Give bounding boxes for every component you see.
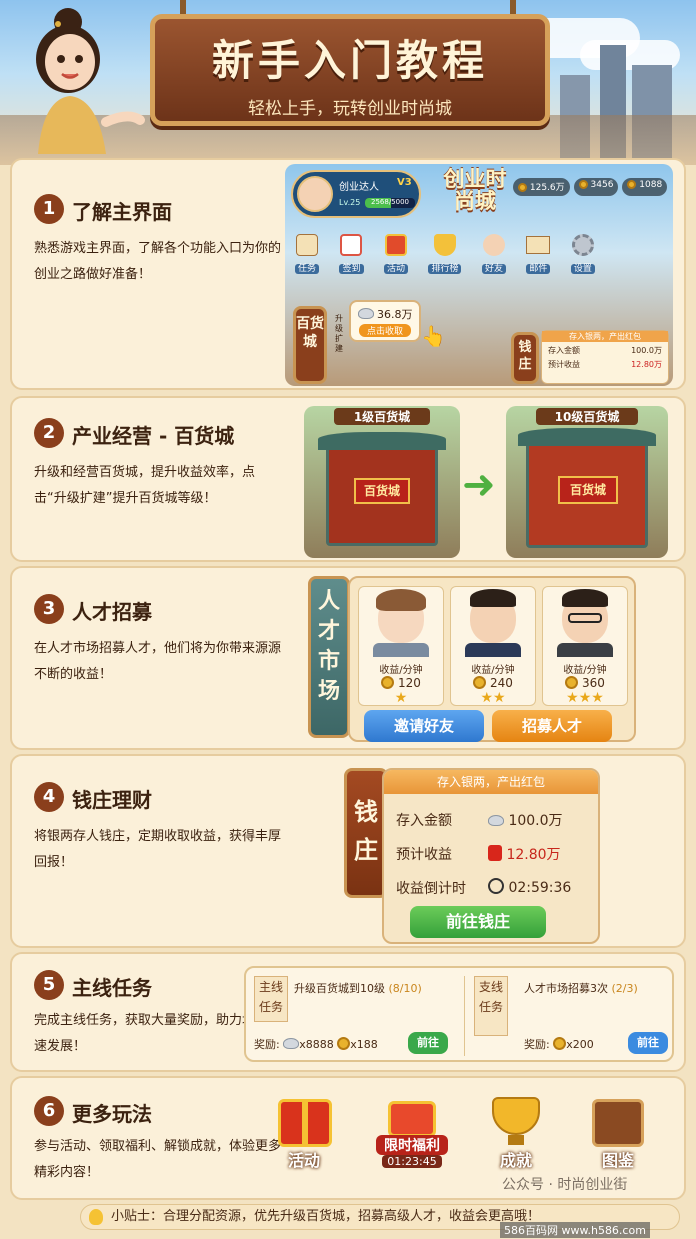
- watermark-site: 586百码网 www.h586.com: [500, 1222, 650, 1238]
- section-quests: 5 主线任务 完成主线任务，获取大量奖励，助力城市快速发展！ 主线任务 升级百货…: [10, 952, 686, 1072]
- store-level1-image: 1级百货城 百货城: [304, 406, 460, 558]
- section-store: 2 产业经营 - 百货城 升级和经营百货城，提升收益效率，点击“升级扩建”提升百…: [10, 396, 686, 562]
- section-title: 了解主界面: [72, 200, 172, 224]
- step-number: 6: [34, 1096, 64, 1126]
- collect-bubble[interactable]: 36.8万 点击收取: [349, 300, 421, 342]
- quest-reward: 奖励: x200: [524, 1037, 594, 1051]
- section-title: 主线任务: [72, 976, 152, 1000]
- talent-card[interactable]: 收益/分钟 120 ★: [358, 586, 444, 706]
- arrow-right-icon: ➜: [462, 462, 496, 508]
- deposit-label: 存入金额: [396, 813, 452, 829]
- countdown-timer: 01:23:45: [382, 1155, 442, 1168]
- bank-mini-panel: 存入银两，产出红包 存入金额 100.0万 预计收益 12.80万: [541, 330, 669, 384]
- player-name: 创业达人: [339, 182, 379, 193]
- store-level10-image: 10级百货城 百货城: [506, 406, 668, 558]
- section-talent: 3 人才招募 在人才市场招募人才，他们将为你带来源源不断的收益！ 人才市场 收益…: [10, 566, 686, 750]
- limited-welfare-button[interactable]: 限时福利 01:23:45: [374, 1095, 450, 1168]
- section-desc: 升级和经营百货城，提升收益效率，点击“升级扩建”提升百货城等级！: [34, 465, 256, 506]
- store-level10-label: 10级百货城: [536, 408, 638, 425]
- invite-friend-button[interactable]: 邀请好友: [364, 710, 484, 742]
- clock-icon: [488, 878, 504, 894]
- talent-market-plaque: 人才市场: [308, 576, 350, 738]
- avatar: [297, 176, 333, 212]
- book-icon: [592, 1099, 644, 1147]
- bank-header: 存入银两，产出红包: [384, 770, 598, 794]
- rating-stars: ★: [394, 690, 408, 706]
- step-number: 1: [34, 194, 64, 224]
- talent-card[interactable]: 收益/分钟 360 ★★★: [542, 586, 628, 706]
- guide-character: [36, 8, 145, 154]
- step-number: 3: [34, 594, 64, 624]
- tap-hand-icon: 👆: [421, 324, 446, 348]
- collection-button[interactable]: 图鉴: [580, 1095, 656, 1170]
- section-desc: 在人才市场招募人才，他们将为你带来源源不断的收益！: [34, 641, 282, 682]
- step-number: 4: [34, 782, 64, 812]
- quest-tag: 支线任务: [474, 976, 508, 1036]
- exp-bar: 2568/5000: [365, 198, 415, 208]
- menu-event-button[interactable]: 活动: [383, 234, 408, 275]
- red-packet-icon: [488, 845, 502, 861]
- go-bank-button[interactable]: 前往钱庄: [410, 906, 546, 938]
- section-title: 人才招募: [72, 600, 152, 624]
- section-desc: 将银两存人钱庄，定期收取收益，获得丰厚回报！: [34, 829, 282, 870]
- yield-value: 12.80万: [506, 847, 561, 863]
- step-number: 2: [34, 418, 64, 448]
- menu-mail-button[interactable]: 邮件: [526, 234, 551, 275]
- limited-gift-icon: [388, 1101, 436, 1137]
- bank-sign[interactable]: 钱庄: [511, 332, 539, 384]
- quest-panel: 主线任务 升级百货城到10级 (8/10) 奖励: x8888 x188 前往 …: [244, 966, 674, 1062]
- watermark: 公众号 · 时尚创业街: [498, 1172, 632, 1196]
- deposit-value: 100.0万: [508, 813, 563, 829]
- achievement-button[interactable]: 成就: [478, 1095, 554, 1170]
- section-title: 更多玩法: [72, 1102, 152, 1126]
- quest-title: 升级百货城到10级 (8/10): [294, 982, 422, 995]
- recruit-talent-button[interactable]: 招募人才: [492, 710, 612, 742]
- countdown-label: 收益倒计时: [396, 881, 466, 897]
- silver-icon: [488, 815, 504, 826]
- quest-tag: 主线任务: [254, 976, 288, 1022]
- gold-count: 1088: [622, 178, 668, 196]
- store-level1-label: 1级百货城: [334, 408, 430, 425]
- menu-signin-button[interactable]: 签到: [339, 234, 364, 275]
- talent-card[interactable]: 收益/分钟 240 ★★: [450, 586, 536, 706]
- section-bank: 4 钱庄理财 将银两存人钱庄，定期收取收益，获得丰厚回报！ 钱庄 存入银两，产出…: [10, 754, 686, 948]
- coin-count: 3456: [573, 178, 619, 196]
- main-ui-preview: 创业达人 V3 Lv.25 2568/5000 创业时尚城 125.6万 345…: [285, 164, 673, 386]
- menu-friends-button[interactable]: 好友: [481, 234, 506, 275]
- lightbulb-icon: [89, 1209, 103, 1225]
- section-desc: 参与活动、领取福利、解锁成就，体验更多精彩内容！: [34, 1139, 282, 1180]
- tip-text: 小贴士：合理分配资源，优先升级百货城，招募高级人才，收益会更高哦！: [111, 1209, 541, 1224]
- countdown-value: 02:59:36: [508, 880, 572, 896]
- title-banner: 新手入门教程 轻松上手，玩转创业时尚城: [150, 14, 550, 126]
- menu-bar: 任务 签到 活动 排行榜 好友 邮件 设置: [295, 234, 595, 275]
- quest-go-button[interactable]: 前往: [408, 1032, 448, 1054]
- rating-stars: ★★: [480, 690, 506, 706]
- vip-badge: V3: [397, 177, 412, 188]
- player-level: Lv.25: [339, 198, 361, 207]
- section-title: 产业经营 - 百货城: [72, 424, 235, 448]
- quest-go-button[interactable]: 前往: [628, 1032, 668, 1054]
- store-sign[interactable]: 百货城: [293, 306, 327, 384]
- menu-settings-button[interactable]: 设置: [570, 234, 595, 275]
- quest-title: 人才市场招募3次 (2/3): [524, 982, 638, 995]
- store-upgrade-label: 升级扩建: [335, 314, 343, 353]
- quest-reward: 奖励: x8888 x188: [254, 1037, 378, 1051]
- page-subtitle: 轻松上手，玩转创业时尚城: [248, 99, 452, 119]
- section-title: 钱庄理财: [72, 788, 152, 812]
- rating-stars: ★★★: [566, 690, 604, 706]
- silver-count: 125.6万: [513, 178, 570, 196]
- step-number: 5: [34, 970, 64, 1000]
- menu-rank-button[interactable]: 排行榜: [428, 234, 462, 275]
- page-title: 新手入门教程: [211, 36, 488, 85]
- menu-task-button[interactable]: 任务: [295, 234, 320, 275]
- yield-label: 预计收益: [396, 847, 452, 863]
- event-button[interactable]: 活动: [266, 1095, 342, 1170]
- currency-bar: 125.6万 3456 1088: [513, 178, 669, 196]
- player-card[interactable]: 创业达人 V3 Lv.25 2568/5000: [291, 170, 421, 218]
- section-main-ui: 1 了解主界面 熟悉游戏主界面，了解各个功能入口为你的创业之路做好准备！ 创业达…: [10, 158, 686, 390]
- game-logo: 创业时尚城: [443, 167, 507, 213]
- trophy-icon: [492, 1097, 540, 1135]
- section-desc: 熟悉游戏主界面，了解各个功能入口为你的创业之路做好准备！: [34, 241, 282, 282]
